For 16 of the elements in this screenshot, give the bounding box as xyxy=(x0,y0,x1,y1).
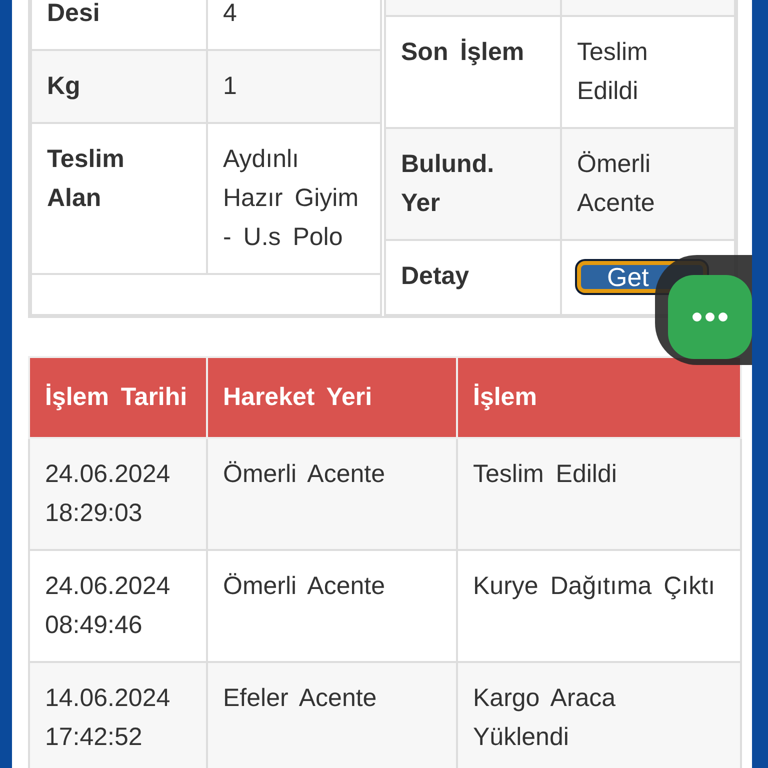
field-label: Bulund. Yer xyxy=(385,128,561,240)
floating-more-button[interactable] xyxy=(655,255,752,365)
field-label: Detay xyxy=(385,240,561,315)
table-cell: Teslim Edildi xyxy=(457,438,741,550)
field-label: Teslim Alan xyxy=(31,123,207,274)
table-cell: 24.06.2024 18:29:03 xyxy=(29,438,207,550)
table-cell: 14.06.2024 17:42:52 xyxy=(29,662,207,768)
column-header: Hareket Yeri xyxy=(207,357,457,438)
column-header: İşlem xyxy=(457,357,741,438)
field-value: Ömerli Acente xyxy=(561,128,735,240)
table-cell: Ömerli Acente xyxy=(207,438,457,550)
field-value: 1 xyxy=(207,50,381,123)
field-label: Kg xyxy=(31,50,207,123)
field-value: Aydınlı Hazır Giyim - U.s Polo xyxy=(207,123,381,274)
column-header: İşlem Tarihi xyxy=(29,357,207,438)
more-icon xyxy=(692,312,728,322)
